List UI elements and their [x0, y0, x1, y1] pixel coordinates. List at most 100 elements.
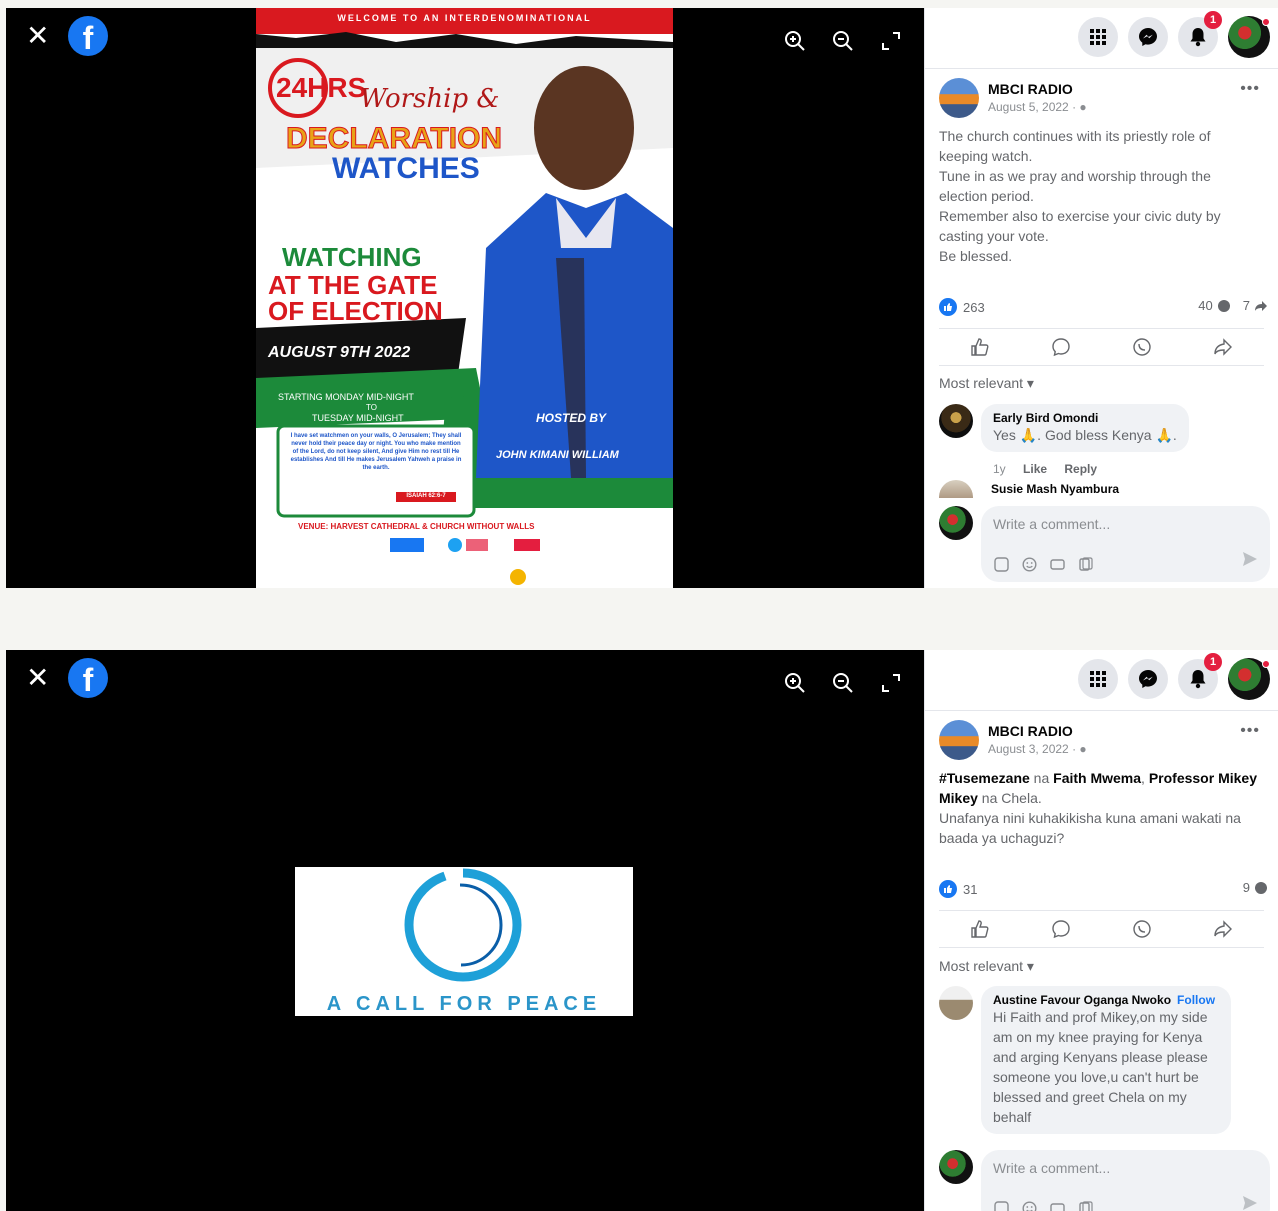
shares-count[interactable]: 7: [1243, 298, 1268, 313]
comment-input[interactable]: Write a comment...: [981, 1150, 1270, 1211]
share-icon: [1214, 338, 1233, 356]
commenter-name[interactable]: Early Bird Omondi: [993, 411, 1177, 425]
close-icon[interactable]: ✕: [26, 22, 49, 50]
close-icon[interactable]: ✕: [26, 664, 49, 692]
share-button[interactable]: [1193, 913, 1253, 945]
gif-icon[interactable]: [1049, 1200, 1065, 1211]
comment-time[interactable]: 1y: [993, 462, 1006, 476]
poster-theme-1: WATCHING: [282, 242, 422, 272]
comment-item: Susie Mash Nyambura: [939, 478, 1264, 498]
comment-sort-dropdown[interactable]: Most relevant ▾: [939, 375, 1034, 392]
commenter-name[interactable]: Susie Mash Nyambura: [991, 482, 1119, 496]
facebook-logo-icon[interactable]: f: [68, 658, 108, 698]
fullscreen-icon[interactable]: [878, 670, 904, 696]
reactions-count[interactable]: 31: [939, 880, 977, 898]
comment-icon: [1052, 338, 1070, 357]
post-text-line: #Tusemezane na Faith Mwema, Professor Mi…: [939, 768, 1270, 808]
engagement-counts: 40 7: [1198, 298, 1268, 313]
like-button[interactable]: [950, 331, 1010, 363]
post-date[interactable]: August 3, 2022 · ●: [988, 742, 1087, 756]
comment-bubble: Austine Favour Oganga Nwoko Follow Hi Fai…: [981, 986, 1231, 1134]
more-options-icon[interactable]: •••: [1240, 80, 1260, 98]
page-avatar[interactable]: [939, 78, 979, 118]
profile-avatar[interactable]: [1228, 658, 1270, 700]
comments-count[interactable]: 40: [1198, 298, 1230, 313]
attach-photo-icon[interactable]: [1077, 1200, 1093, 1211]
post-text-line: Unafanya nini kuhakikisha kuna amani wak…: [939, 810, 1241, 846]
post-text-fragment: ,: [1141, 770, 1149, 786]
comment-input-tools: [993, 556, 1093, 572]
comments-count[interactable]: 9: [1243, 880, 1268, 895]
commenter-avatar[interactable]: [939, 404, 973, 438]
gif-icon[interactable]: [1049, 556, 1065, 572]
emoji-icon[interactable]: [1021, 556, 1037, 572]
post-header: MBCI RADIO August 3, 2022 · ● •••: [939, 720, 1264, 766]
zoom-in-icon[interactable]: [782, 670, 808, 696]
comment-like-button[interactable]: Like: [1023, 462, 1047, 476]
attach-photo-icon[interactable]: [1077, 556, 1093, 572]
post-text: #Tusemezane na Faith Mwema, Professor Mi…: [939, 768, 1270, 848]
likes-count: 31: [963, 881, 978, 897]
post-author[interactable]: MBCI RADIO: [988, 723, 1073, 739]
post-text: The church continues with its priestly r…: [939, 126, 1248, 266]
post-header: MBCI RADIO August 5, 2022 · ● •••: [939, 78, 1264, 124]
poster-24hrs: 24HRS: [276, 72, 367, 103]
whatsapp-share-button[interactable]: [1112, 331, 1172, 363]
post-date-text: August 5, 2022 ·: [988, 100, 1080, 114]
fullscreen-icon[interactable]: [878, 28, 904, 54]
post-date[interactable]: August 5, 2022 · ●: [988, 100, 1087, 114]
zoom-in-icon[interactable]: [782, 28, 808, 54]
sticker-icon[interactable]: [993, 1200, 1009, 1211]
comment-reply-button[interactable]: Reply: [1064, 462, 1097, 476]
zoom-out-icon[interactable]: [830, 28, 856, 54]
poster-hosted-by: HOSTED BY: [536, 411, 607, 425]
commenter-avatar[interactable]: [939, 480, 973, 498]
notifications-bell-icon[interactable]: 1: [1178, 11, 1222, 57]
mention-link[interactable]: Faith Mwema: [1053, 770, 1141, 786]
comment-button[interactable]: [1031, 331, 1091, 363]
poster-banner-text: WELCOME TO AN INTERDENOMINATIONAL: [337, 13, 592, 23]
reactions-count[interactable]: 263: [939, 298, 985, 316]
commenter-name-row: Austine Favour Oganga Nwoko Follow: [993, 993, 1219, 1007]
status-dot: [1262, 660, 1270, 668]
photo-viewer-panel-2: ✕ f A CALL FOR PEACE 1 MBCI RADIO August…: [6, 650, 1278, 1211]
share-icon: [1214, 920, 1233, 938]
send-icon[interactable]: [1242, 551, 1258, 572]
messenger-icon[interactable]: [1128, 17, 1168, 57]
share-button[interactable]: [1193, 331, 1253, 363]
poster-reference: ISAIAH 62:6-7: [406, 493, 446, 499]
send-icon[interactable]: [1242, 1195, 1258, 1211]
profile-avatar[interactable]: [1228, 16, 1270, 58]
post-author[interactable]: MBCI RADIO: [988, 81, 1073, 97]
photo-viewer: ✕ f WELCOME TO AN INTERDENOMINATIONAL 24…: [6, 8, 924, 588]
comment-sort-dropdown[interactable]: Most relevant ▾: [939, 958, 1034, 975]
post-text-line: Remember also to exercise your civic dut…: [939, 208, 1221, 244]
like-button[interactable]: [950, 913, 1010, 945]
hashtag-link[interactable]: #Tusemezane: [939, 770, 1030, 786]
comments-count-value: 9: [1242, 880, 1250, 895]
page-avatar[interactable]: [939, 720, 979, 760]
poster-date: AUGUST 9TH 2022: [268, 344, 411, 361]
notifications-bell-icon[interactable]: 1: [1178, 653, 1222, 699]
notification-count-badge: 1: [1204, 11, 1222, 29]
messenger-icon[interactable]: [1128, 659, 1168, 699]
comment-button[interactable]: [1031, 913, 1091, 945]
sticker-icon[interactable]: [993, 556, 1009, 572]
more-options-icon[interactable]: •••: [1240, 722, 1260, 740]
poster-theme-3: OF ELECTION: [268, 296, 443, 326]
commenter-name[interactable]: Austine Favour Oganga Nwoko: [993, 993, 1171, 1007]
comment-input-placeholder: Write a comment...: [993, 516, 1111, 532]
commenter-avatar[interactable]: [939, 986, 973, 1020]
facebook-logo-icon[interactable]: f: [68, 16, 108, 56]
zoom-out-icon[interactable]: [830, 670, 856, 696]
comment-input[interactable]: Write a comment...: [981, 506, 1270, 582]
menu-grid-icon[interactable]: [1078, 659, 1118, 699]
follow-link[interactable]: Follow: [1177, 993, 1215, 1007]
menu-grid-icon[interactable]: [1078, 17, 1118, 57]
post-text-fragment: na: [1029, 770, 1054, 786]
current-user-avatar: [939, 1150, 973, 1184]
comments-count-value: 40: [1198, 298, 1213, 313]
current-user-avatar: [939, 506, 973, 540]
whatsapp-share-button[interactable]: [1112, 913, 1172, 945]
emoji-icon[interactable]: [1021, 1200, 1037, 1211]
